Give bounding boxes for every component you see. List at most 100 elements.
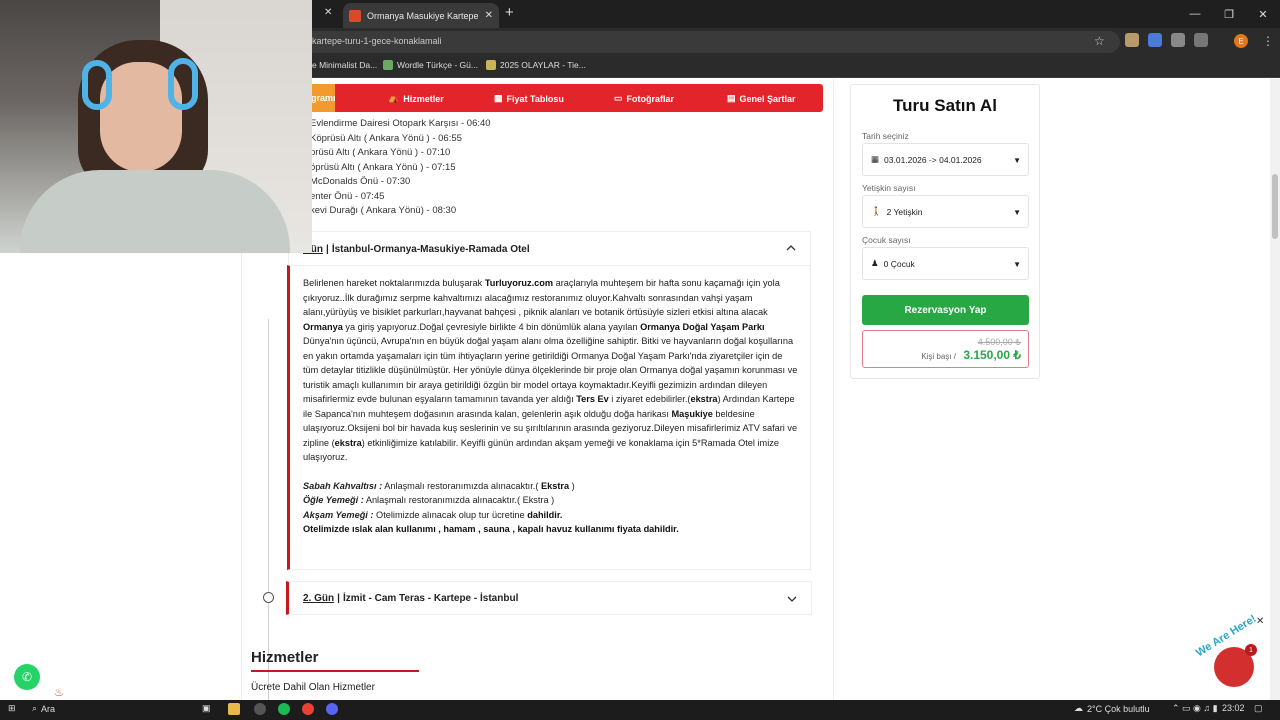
media-icon[interactable] [1194,33,1208,47]
buy-tour-card: Turu Satın Al Tarih seçiniz ▦ 03.01.2026… [850,84,1040,379]
chat-badge: 1 [1245,644,1257,656]
chat-button[interactable]: 1 [1214,644,1257,687]
notification-icon[interactable]: ▢ [1254,703,1263,714]
bookmark-item[interactable]: e Minimalist Da... [312,60,377,70]
bookmark-favicon-icon [486,60,496,70]
chevron-down-icon: ▼ [1013,208,1021,217]
bookmark-star-icon[interactable]: ☆ [1094,34,1105,48]
bell-icon: ⛺ [388,93,400,103]
nav-fiyat[interactable]: ▦ Fiyat Tablosu [494,93,564,104]
stop-item: prüsü Altı ( Ankara Yönü ) - 07:10 [310,147,451,158]
taskbar-app[interactable] [302,703,314,715]
separator: | [337,592,340,604]
windows-start-icon[interactable]: ⊞ [8,703,16,714]
nav-sartlar[interactable]: ▤ Genel Şartlar [727,93,796,104]
search-icon: ⌕ [32,703,38,713]
stop-item: enter Önü - 07:45 [310,190,385,202]
chevron-down-icon[interactable] [787,594,797,604]
puzzle-icon[interactable] [1171,33,1185,47]
weather-widget[interactable]: ☁ 2°C Çok bulutlu [1074,703,1150,714]
table-icon: ▦ [494,93,503,103]
taskbar-search[interactable]: ⌕ Ara [32,703,55,714]
folder-icon [228,703,240,715]
taskbar-app[interactable] [228,703,240,715]
meal-info: Sabah Kahvaltısı : Anlaşmalı restoranımı… [303,480,679,535]
day2-number: 2. Gün [303,592,335,604]
close-icon[interactable]: ✕ [1256,616,1264,627]
windows-taskbar: ⊞ ⌕ Ara ▣ ☁ 2°C Çok bulutlu ⌃ ▭ ◉ ♫ ▮ 23:0… [0,700,1280,720]
tray-icons[interactable]: ⌃ ▭ ◉ ♫ ▮ [1172,703,1218,714]
url-text[interactable]: kartepe-turu-1-gece-konaklamali [312,36,442,46]
flame-icon: ♨ [54,687,64,699]
close-tab-icon[interactable]: ✕ [485,10,493,21]
buy-title: Turu Satın Al [893,96,997,115]
chevron-up-icon[interactable] [786,243,796,253]
discord-icon [326,703,338,715]
taskbar-app[interactable] [326,703,338,715]
chevron-down-icon: ▼ [1013,260,1021,269]
headphone-icon [82,60,112,110]
taskbar-app[interactable] [278,703,290,715]
day1-header[interactable]: Gün | İstanbul-Ormanya-Masukiye-Ramada O… [288,231,811,267]
headphone-icon [168,58,198,110]
reservation-button[interactable]: Rezervasyon Yap [862,295,1029,325]
extension-icon[interactable] [1125,33,1139,47]
bookmark-item[interactable]: 2025 OLAYLAR - Tie... [486,60,586,70]
minimize-icon[interactable]: — [1178,0,1212,28]
task-view-icon[interactable]: ▣ [202,703,211,714]
child-select[interactable]: ♟ 0 Çocuk ▼ [862,247,1029,280]
cloud-icon: ☁ [1074,703,1083,713]
webcam-hoodie [20,170,290,253]
restore-icon[interactable]: ❐ [1212,0,1246,28]
clock[interactable]: 23:02 [1222,703,1245,713]
day2-title: İzmit - Cam Teras - Kartepe - İstanbul [342,592,519,604]
stop-item: McDonalds Önü - 07:30 [310,176,411,187]
chrome-icon [302,703,314,715]
adult-select[interactable]: 🚶 2 Yetişkin ▼ [862,195,1029,228]
wordle-icon [383,60,393,70]
timeline-dot [263,592,274,603]
document-icon: ▤ [727,93,736,103]
day2-header[interactable]: 2. Gün | İzmit - Cam Teras - Kartepe - İ… [286,581,812,615]
old-price: 4.500,00 ₺ [977,337,1021,347]
taskbar-app[interactable] [254,703,266,715]
stop-item: Köprüsü Altı ( Ankara Yönü ) - 06:55 [310,132,462,144]
nav-fotograflar[interactable]: ▭ Fotoğraflar [614,93,674,104]
bookmark-item[interactable]: Wordle Türkçe - Gü... [383,60,478,70]
timeline-line [268,319,269,700]
window-controls: — ❐ ✕ [1178,0,1280,28]
page-scrollbar[interactable] [1270,79,1280,700]
stop-item: Evlendirme Dairesi Otopark Karşısı - 06:… [310,118,491,129]
included-services-label: Ücrete Dahil Olan Hizmetler [251,682,375,693]
scroll-thumb[interactable] [1272,174,1278,239]
child-label: Çocuk sayısı [862,235,911,245]
services-heading: Hizmetler [251,649,319,666]
profile-avatar[interactable]: E [1234,34,1248,48]
close-window-icon[interactable]: ✕ [1246,0,1280,28]
child-icon: ♟ [871,258,879,268]
extension-icons [1125,33,1208,47]
new-tab-icon[interactable]: + [505,4,514,21]
date-label: Tarih seçiniz [862,131,909,141]
close-tab-icon[interactable]: ✕ [324,7,332,18]
browser-tab[interactable]: Ormanya Masukiye Kartepe Tur ✕ [343,3,499,28]
stop-item: öprüsü Altı ( Ankara Yönü ) - 07:15 [310,161,456,173]
separator: | [326,244,329,255]
chevron-down-icon: ▼ [1013,156,1021,165]
day1-description: Belirlenen hareket noktalarımızda buluşa… [287,265,811,570]
image-icon: ▭ [614,93,623,103]
menu-dots-icon[interactable]: ⋮ [1262,34,1274,48]
spotify-icon [278,703,290,715]
current-price: 3.150,00 ₺ [963,348,1021,362]
day1-title: İstanbul-Ormanya-Masukiye-Ramada Otel [331,244,530,255]
whatsapp-icon[interactable]: ✆ [14,664,40,690]
nav-hizmetler[interactable]: ⛺ Hizmetler [388,93,444,104]
date-select[interactable]: ▦ 03.01.2026 -> 04.01.2026 ▼ [862,143,1029,176]
person-icon: 🚶 [871,206,882,216]
extension-icon[interactable] [1148,33,1162,47]
webcam-overlay [0,0,312,253]
favicon-icon [349,9,361,22]
app-icon [254,703,266,715]
per-person-label: Kişi başı / [921,352,956,361]
stop-item: kevi Durağı ( Ankara Yönü) - 08:30 [310,205,457,216]
